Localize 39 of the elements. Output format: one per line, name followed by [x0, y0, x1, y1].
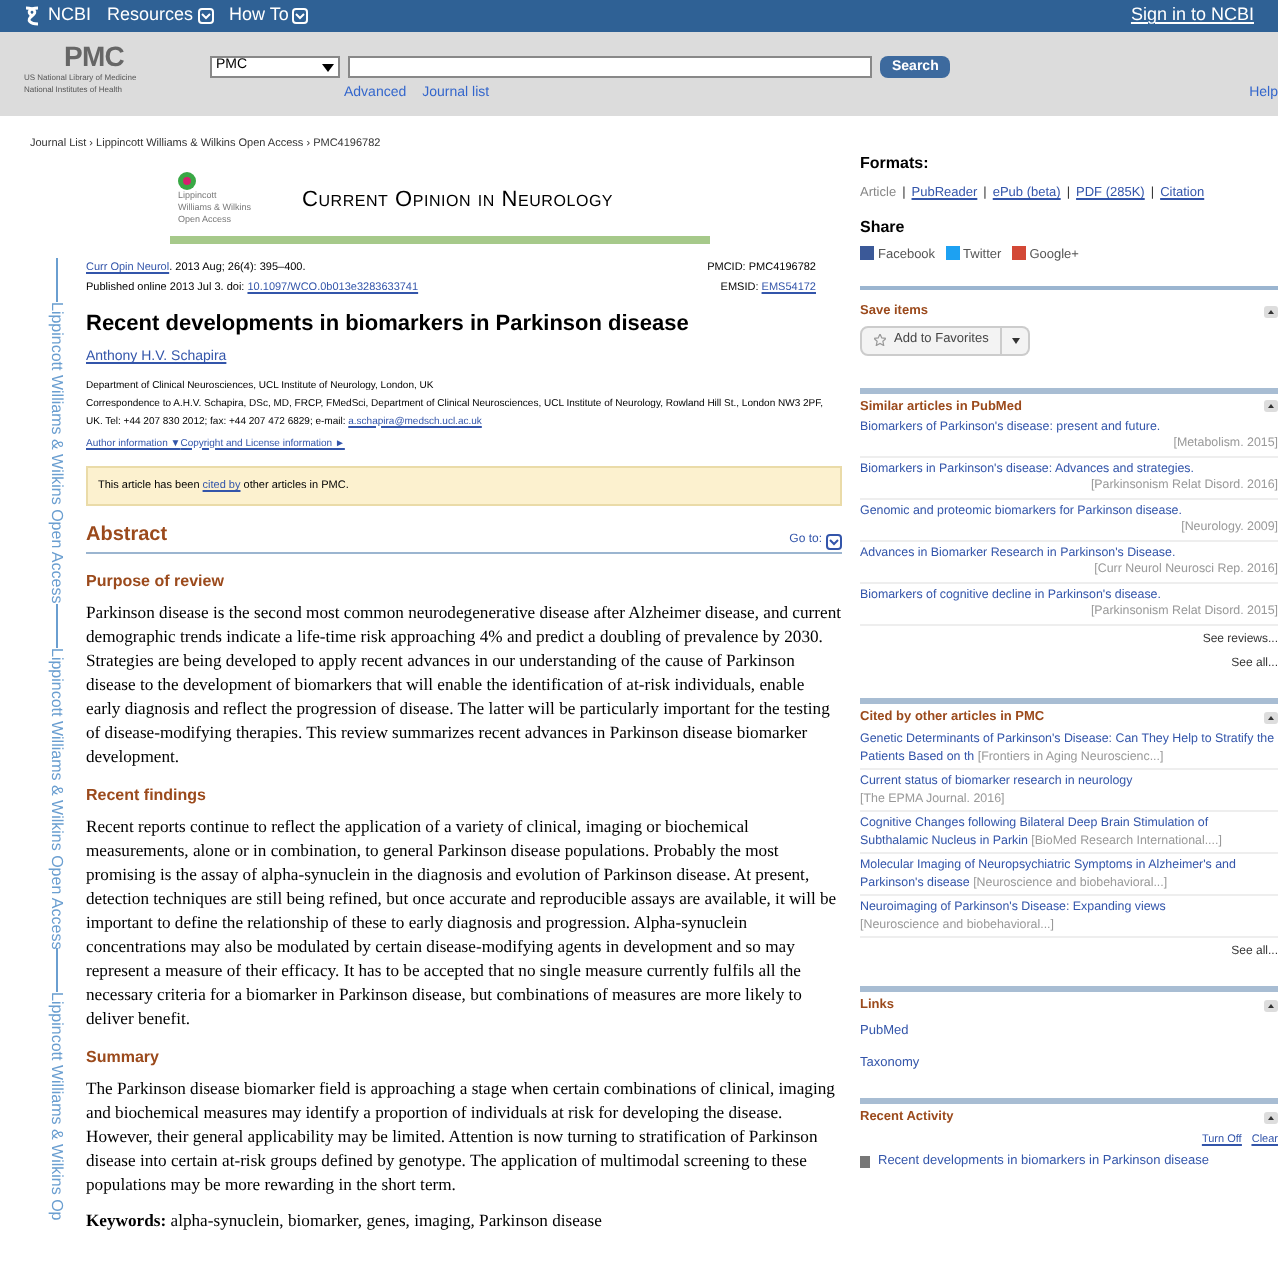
twitter-icon [945, 245, 960, 260]
sign-in-link[interactable]: Sign in to NCBI [1130, 2, 1254, 30]
collapse-icon[interactable] [1264, 400, 1278, 413]
side-label: Lippincott Williams & Wilkins Open Access [46, 647, 68, 949]
sidebar-heading: Formats: [860, 152, 931, 176]
chevron-down-icon [292, 8, 309, 24]
abstract-paragraph: Recent reports continue to reflect the application of a variety of clinical, imaging or biochemical measurements, alone or in combination, to general Parkinson disease populations. Probably the most promising is the assay of alpha-synuclein in the diagnosis and evolution of Parkinson disease. At present, detection techniques are still being refined, but once accurate and reproducible assays are available, it will be important to define the relationship of these to early diagnosis and progression. Alpha-synuclein concentrations may also be modulated by certain disease-modifying agents in development and so may represent a measure of their efficacy. It has to be accepted that no single measure currently fulfils all the necessary criteria for a biomarker in Parkinson disease, but combinations of measures are more likely to deliver benefit. [86, 814, 839, 1031]
search-field[interactable] [348, 56, 872, 78]
ncbi-logo-icon [24, 6, 40, 26]
abstract-paragraph: Parkinson disease is the second most common neurodegenerative disease after Alzheimer disease, and current demographic trends indicate a life-time risk approaching 4% and predict a doubling of prevalence by 2030. Strategies are being developed to apply recent advances in our understanding of the cause of Parkinson disease to the development of biomarkers that will enable the identification of at-risk individuals, enable early diagnosis and reflect the progression of disease. The latter will be particularly important for the testing of disease-modifying therapies. This review summarizes recent advances in Parkinson disease biomarker development. [86, 600, 842, 769]
chevron-down-icon [826, 533, 842, 550]
collapse-icon[interactable] [1264, 1112, 1278, 1125]
subsection-heading: Summary [86, 1046, 161, 1071]
side-label: Lippincott Williams & Wilkins Op [46, 992, 68, 1222]
collapse-icon[interactable] [1264, 305, 1278, 318]
pmc-logo: PMC [62, 40, 127, 72]
sidebar-heading: Share [860, 215, 907, 240]
menu-button[interactable]: How To [229, 2, 309, 30]
abstract-paragraph: The Parkinson disease biomarker field is approaching a stage when certain combinations of clinical, imaging and biochemical measures may identify a proportion of individuals at risk for developing the disease. However, their general applicability may be limited. Attention is now turning to stratification of Parkinson disease into certain at-risk groups defined by genotype. The application of multimodal screening to these populations may be more rewarding in the short term. [86, 1076, 837, 1197]
side-label: Lippincott Williams & Wilkins Open Access [46, 302, 68, 604]
menu-button[interactable]: Resources [107, 2, 214, 30]
caret-icon [1011, 337, 1020, 343]
google-plus-icon [1011, 245, 1026, 260]
collapse-icon[interactable] [1264, 712, 1278, 725]
subsection-heading: Recent findings [86, 784, 209, 809]
collapse-icon[interactable] [1264, 999, 1278, 1012]
chevron-down-icon [197, 8, 214, 24]
section-heading: Abstract [86, 522, 170, 551]
keywords-text: Keywords: alpha-synuclein, biomarker, genes, imaging, Parkinson disease [86, 1208, 604, 1233]
favorites-dropdown-button[interactable] [1002, 325, 1031, 355]
publisher-logo-icon [178, 172, 196, 190]
brand-name: NCBI [48, 2, 92, 29]
journal-title: Current Opinion in Neurology [302, 186, 614, 216]
subsection-heading: Purpose of review [86, 570, 226, 595]
article-title: Recent developments in biomarkers in Parkinson disease [86, 312, 691, 338]
document-icon [860, 1156, 870, 1169]
caret-icon [322, 63, 334, 71]
star-icon [874, 334, 886, 346]
facebook-icon [860, 245, 874, 260]
